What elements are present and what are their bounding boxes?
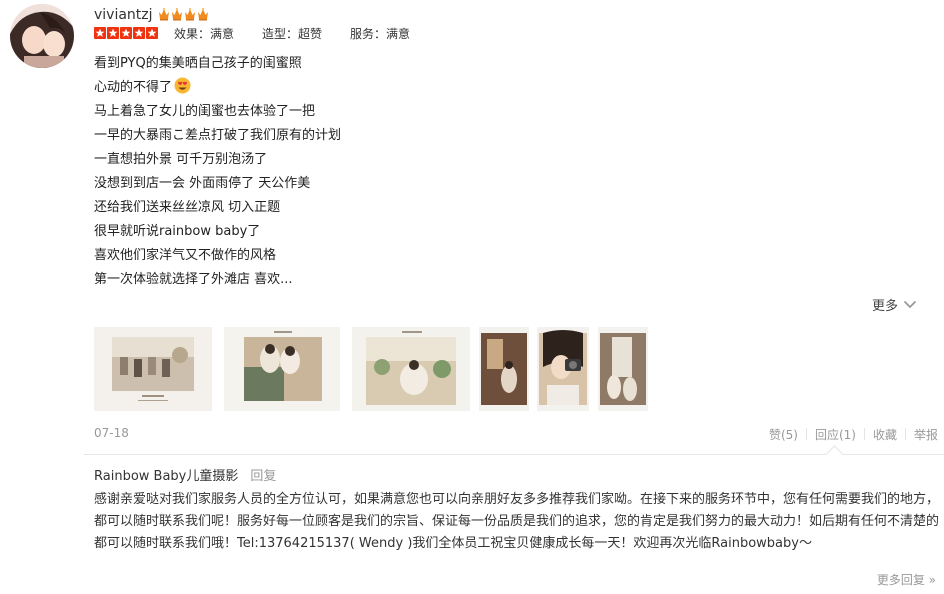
- reply-pointer: [825, 445, 844, 464]
- more-label: 更多: [872, 299, 899, 314]
- review-line: 马上着急了女儿的闺蜜也去体验了一把: [94, 104, 316, 119]
- review-photo-thumbnail[interactable]: [598, 327, 648, 411]
- review-meta-row: 07-18 赞(5) 回应(1) 收藏 举报: [94, 426, 938, 442]
- reply-toggle-button[interactable]: 回应(1): [815, 426, 856, 443]
- reply-header: Rainbow Baby儿童摄影 回复: [94, 465, 276, 484]
- review-username[interactable]: viviantzj: [94, 6, 153, 24]
- review-line: 喜欢他们家洋气又不做作的风格: [94, 248, 277, 263]
- score-effect: 效果：满意: [174, 26, 235, 41]
- review-line: 一早的大暴雨こ差点打破了我们原有的计划: [94, 128, 342, 143]
- star-icon: [146, 27, 158, 39]
- action-divider: [904, 428, 906, 440]
- star-icon: [94, 27, 106, 39]
- review-line-with-emoji: 心动的不得了: [94, 76, 341, 100]
- reply-author[interactable]: Rainbow Baby儿童摄影: [94, 469, 238, 484]
- review-line: 第一次体验就选择了外滩店 喜欢...: [94, 272, 293, 287]
- like-button[interactable]: 赞(5): [769, 426, 798, 443]
- reply-text: 感谢亲爱哒对我们家服务人员的全方位认可，如果满意您也可以向亲朋好友多多推荐我们家…: [94, 492, 940, 551]
- avatar-photo: [10, 4, 74, 68]
- review-date: 07-18: [94, 426, 129, 440]
- review-photo-thumbnail[interactable]: [224, 327, 340, 411]
- crown-icon: [172, 8, 182, 21]
- score-service: 服务：满意: [350, 26, 411, 41]
- review-photo-thumbnail[interactable]: [352, 327, 470, 411]
- rating-stars: [94, 27, 158, 39]
- review-line: 没想到到店一会 外面雨停了 天公作美: [94, 176, 311, 191]
- merchant-reply: Rainbow Baby儿童摄影 回复 感谢亲爱哒对我们家服务人员的全方位认可，如…: [84, 445, 944, 594]
- star-icon: [120, 27, 132, 39]
- more-replies-link[interactable]: 更多回复 »: [877, 571, 936, 588]
- review-line: 心动的不得了: [94, 80, 173, 95]
- crown-icon: [185, 8, 195, 21]
- crown-icon: [198, 8, 208, 21]
- star-icon: [107, 27, 119, 39]
- favorite-button[interactable]: 收藏: [873, 426, 897, 443]
- score-styling: 造型：超赞: [262, 26, 323, 41]
- review-actions: 赞(5) 回应(1) 收藏 举报: [769, 426, 938, 443]
- chevron-down-icon: [903, 300, 917, 309]
- review-content: 看到PYQ的集美晒自己孩子的闺蜜照 心动的不得了 马上着急了女儿的闺蜜也去体验了…: [94, 52, 341, 292]
- user-avatar[interactable]: [10, 4, 74, 68]
- review-line: 还给我们送来丝丝凉风 切入正题: [94, 200, 281, 215]
- member-level-badges: [158, 7, 209, 21]
- review-photo-thumbnail[interactable]: [537, 327, 589, 411]
- rating-row: 效果：满意 造型：超赞 服务：满意: [94, 26, 438, 41]
- reply-label: 回复: [250, 469, 277, 484]
- review-photo-thumbnail[interactable]: [479, 327, 529, 411]
- review-photo-thumbnail[interactable]: [94, 327, 212, 411]
- expand-more-link[interactable]: 更多: [872, 295, 917, 314]
- review-line: 很早就听说rainbow baby了: [94, 224, 261, 239]
- review-line: 一直想拍外景 可千万别泡汤了: [94, 152, 268, 167]
- review-line: 看到PYQ的集美晒自己孩子的闺蜜照: [94, 56, 302, 71]
- star-icon: [133, 27, 145, 39]
- action-divider: [863, 428, 865, 440]
- heart-eyes-icon: [174, 77, 191, 94]
- crown-icon: [159, 8, 169, 21]
- report-button[interactable]: 举报: [914, 426, 938, 443]
- action-divider: [805, 428, 807, 440]
